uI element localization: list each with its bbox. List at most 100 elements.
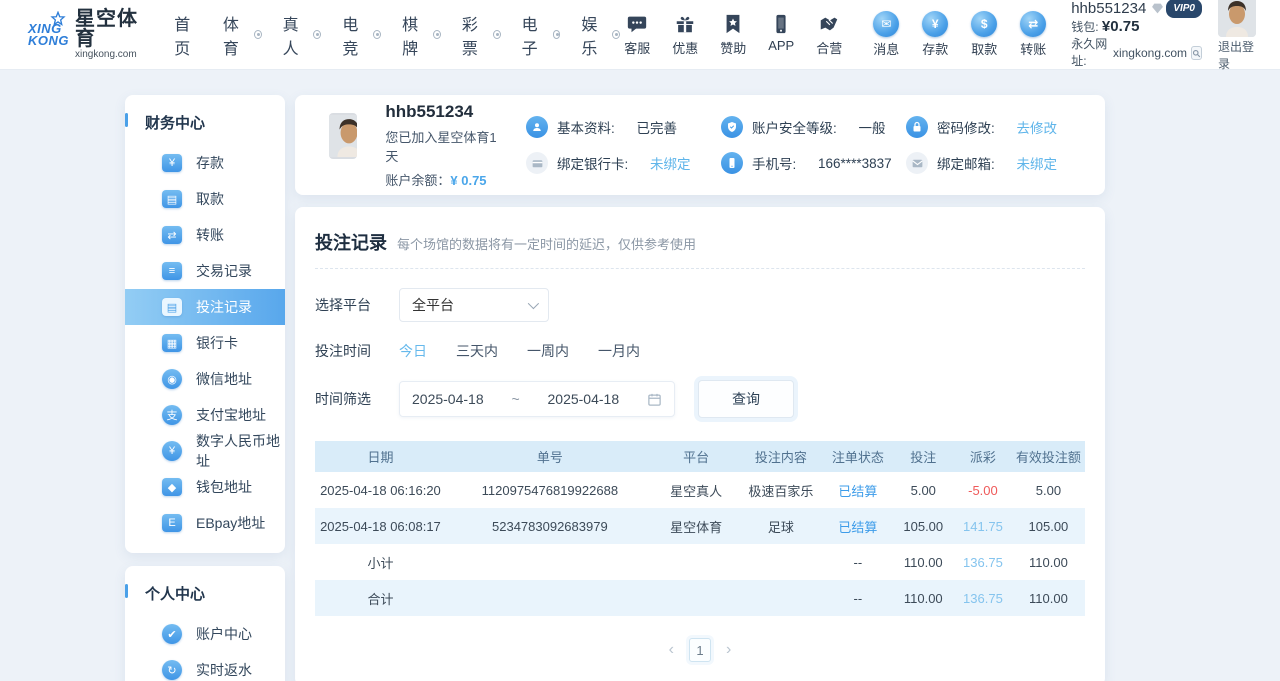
date-range-filter-label: 时间筛选 (315, 389, 377, 409)
time-option-month[interactable]: 一月内 (598, 341, 640, 361)
sidebar-item-wechat-address[interactable]: ◉ 微信地址 (125, 361, 285, 397)
envelope-icon (906, 152, 928, 174)
magnifier-icon[interactable] (1191, 46, 1202, 60)
time-option-today[interactable]: 今日 (399, 341, 427, 361)
phone-icon (721, 152, 743, 174)
time-option-week[interactable]: 一周内 (527, 341, 569, 361)
nav-item-home[interactable]: 首页 (174, 11, 202, 59)
password-change-link[interactable]: 去修改 (1017, 117, 1058, 137)
sidebar-item-withdraw[interactable]: ▤ 取款 (125, 181, 285, 217)
app-download-button[interactable]: APP (764, 13, 798, 57)
time-option-3days[interactable]: 三天内 (456, 341, 498, 361)
deposit-icon: ¥ (162, 154, 182, 172)
bind-bank-card-link[interactable]: 未绑定 (650, 153, 691, 173)
profile-username: hhb551234 (385, 102, 506, 122)
page-number-button[interactable]: 1 (689, 638, 711, 662)
bank-card-icon (526, 152, 548, 174)
sidebar-item-betting-records[interactable]: ▤ 投注记录 (125, 289, 285, 325)
date-from-value[interactable]: 2025-04-18 (412, 391, 484, 407)
profile-card: hhb551234 您已加入星空体育1天 账户余额：¥ 0.75 基本资料: 已… (295, 95, 1105, 195)
page-subtitle: 每个场馆的数据将有一定时间的延迟，仅供参考使用 (397, 234, 696, 253)
dropdown-circle-icon (433, 30, 441, 39)
person-icon (526, 116, 548, 138)
table-header-row: 日期 单号 平台 投注内容 注单状态 投注 派彩 有效投注额 (315, 441, 1085, 472)
search-button[interactable]: 查询 (698, 380, 794, 418)
wallet-actions: ✉ 消息 ¥ 存款 $ 取款 ⇄ 转账 (868, 11, 1051, 58)
sidebar-item-alipay-address[interactable]: 支 支付宝地址 (125, 397, 285, 433)
brand-logo[interactable]: XING KONG 星空体育 xingkong.com (28, 9, 146, 60)
sidebar-item-wallet-address[interactable]: ◆ 钱包地址 (125, 469, 285, 505)
transfer-button[interactable]: ⇄ 转账 (1015, 11, 1051, 58)
sidebar: 财务中心 ¥ 存款 ▤ 取款 ⇄ 转账 ≡ 交易记录 ▤ 投注记录 ▦ (125, 95, 285, 681)
profile-balance: 账户余额：¥ 0.75 (385, 170, 506, 189)
date-range-input[interactable]: 2025-04-18 ~ 2025-04-18 (399, 381, 675, 417)
realtime-rebate-icon: ↻ (162, 660, 182, 680)
sidebar-item-bank-card[interactable]: ▦ 银行卡 (125, 325, 285, 361)
security-level-field: 账户安全等级: 一般 (721, 116, 906, 138)
wallet-balance: 钱包: ¥0.75 (1071, 18, 1202, 36)
transaction-records-icon: ≡ (162, 262, 182, 280)
lock-icon (906, 116, 928, 138)
page-title: 投注记录 (315, 229, 387, 255)
phone-number-field: 手机号: 166****3837 (721, 152, 906, 174)
transfer-icon: ⇄ (1020, 11, 1046, 37)
nav-item-chess[interactable]: 棋牌 (402, 11, 441, 59)
sidebar-item-deposit[interactable]: ¥ 存款 (125, 145, 285, 181)
alipay-icon: 支 (162, 405, 182, 425)
nav-item-slots[interactable]: 电子 (522, 11, 561, 59)
nav-item-sports[interactable]: 体育 (223, 11, 262, 59)
col-bet-content: 投注内容 (738, 441, 823, 472)
nav-item-esports[interactable]: 电竞 (342, 11, 381, 59)
nav-item-lottery[interactable]: 彩票 (462, 11, 501, 59)
logout-button[interactable]: 退出登录 (1218, 38, 1256, 72)
prev-page-button[interactable]: ‹ (669, 641, 674, 659)
digital-rmb-icon: ¥ (162, 441, 182, 461)
star-icon (50, 11, 66, 27)
logo-en-bottom: KONG (28, 35, 69, 47)
gem-icon (1151, 2, 1164, 15)
profile-info-grid: 基本资料: 已完善 绑定银行卡: 未绑定 账户安全等级: 一般 (526, 116, 1081, 174)
sidebar-item-account-center[interactable]: ✔ 账户中心 (125, 616, 285, 652)
bind-email-link[interactable]: 未绑定 (1017, 153, 1058, 173)
sidebar-item-transaction-records[interactable]: ≡ 交易记录 (125, 253, 285, 289)
permanent-url: 永久网址: xingkong.com (1071, 36, 1202, 70)
col-payout: 派彩 (954, 441, 1012, 472)
sidebar-item-ebpay-address[interactable]: E EBpay地址 (125, 505, 285, 541)
chevron-down-icon (528, 298, 539, 309)
next-page-button[interactable]: › (726, 641, 731, 659)
partnership-button[interactable]: 合营 (812, 13, 846, 57)
finance-center-card: 财务中心 ¥ 存款 ▤ 取款 ⇄ 转账 ≡ 交易记录 ▤ 投注记录 ▦ (125, 95, 285, 553)
nav-item-entertainment[interactable]: 娱乐 (581, 11, 620, 59)
platform-select[interactable]: 全平台 (399, 288, 549, 322)
gift-icon (674, 13, 696, 35)
bind-bank-card-field: 绑定银行卡: 未绑定 (526, 152, 721, 174)
date-to-value[interactable]: 2025-04-18 (548, 391, 620, 407)
pagination: ‹ 1 › (315, 638, 1085, 662)
col-platform: 平台 (654, 441, 739, 472)
sponsorship-button[interactable]: 赞助 (716, 13, 750, 57)
customer-service-button[interactable]: 客服 (620, 13, 654, 57)
profile-avatar (329, 113, 357, 159)
wallet-icon: ◆ (162, 478, 182, 496)
dropdown-circle-icon (493, 30, 501, 39)
col-date: 日期 (315, 441, 446, 472)
withdraw-button[interactable]: $ 取款 (966, 11, 1002, 58)
top-header: XING KONG 星空体育 xingkong.com 首页 体育 真人 电竞 … (0, 0, 1280, 70)
col-valid-bet-amount: 有效投注额 (1012, 441, 1085, 472)
status-badge: 已结算 (823, 472, 892, 508)
sidebar-item-digital-rmb-address[interactable]: ¥ 数字人民币地址 (125, 433, 285, 469)
deposit-button[interactable]: ¥ 存款 (917, 11, 953, 58)
sidebar-item-transfer[interactable]: ⇄ 转账 (125, 217, 285, 253)
message-icon: ✉ (873, 11, 899, 37)
password-change-field: 密码修改: 去修改 (906, 116, 1081, 138)
user-avatar[interactable] (1218, 0, 1256, 37)
sidebar-item-realtime-rebate[interactable]: ↻ 实时返水 (125, 652, 285, 681)
betting-records-table: 日期 单号 平台 投注内容 注单状态 投注 派彩 有效投注额 2025-04-1… (315, 441, 1085, 616)
dropdown-circle-icon (553, 30, 561, 39)
profile-joined-text: 您已加入星空体育1天 (385, 127, 506, 165)
table-row: 2025-04-18 06:08:17 5234783092683979 星空体… (315, 508, 1085, 544)
phone-icon (770, 13, 792, 35)
promotions-button[interactable]: 优惠 (668, 13, 702, 57)
nav-item-live[interactable]: 真人 (283, 11, 322, 59)
messages-button[interactable]: ✉ 消息 (868, 11, 904, 58)
